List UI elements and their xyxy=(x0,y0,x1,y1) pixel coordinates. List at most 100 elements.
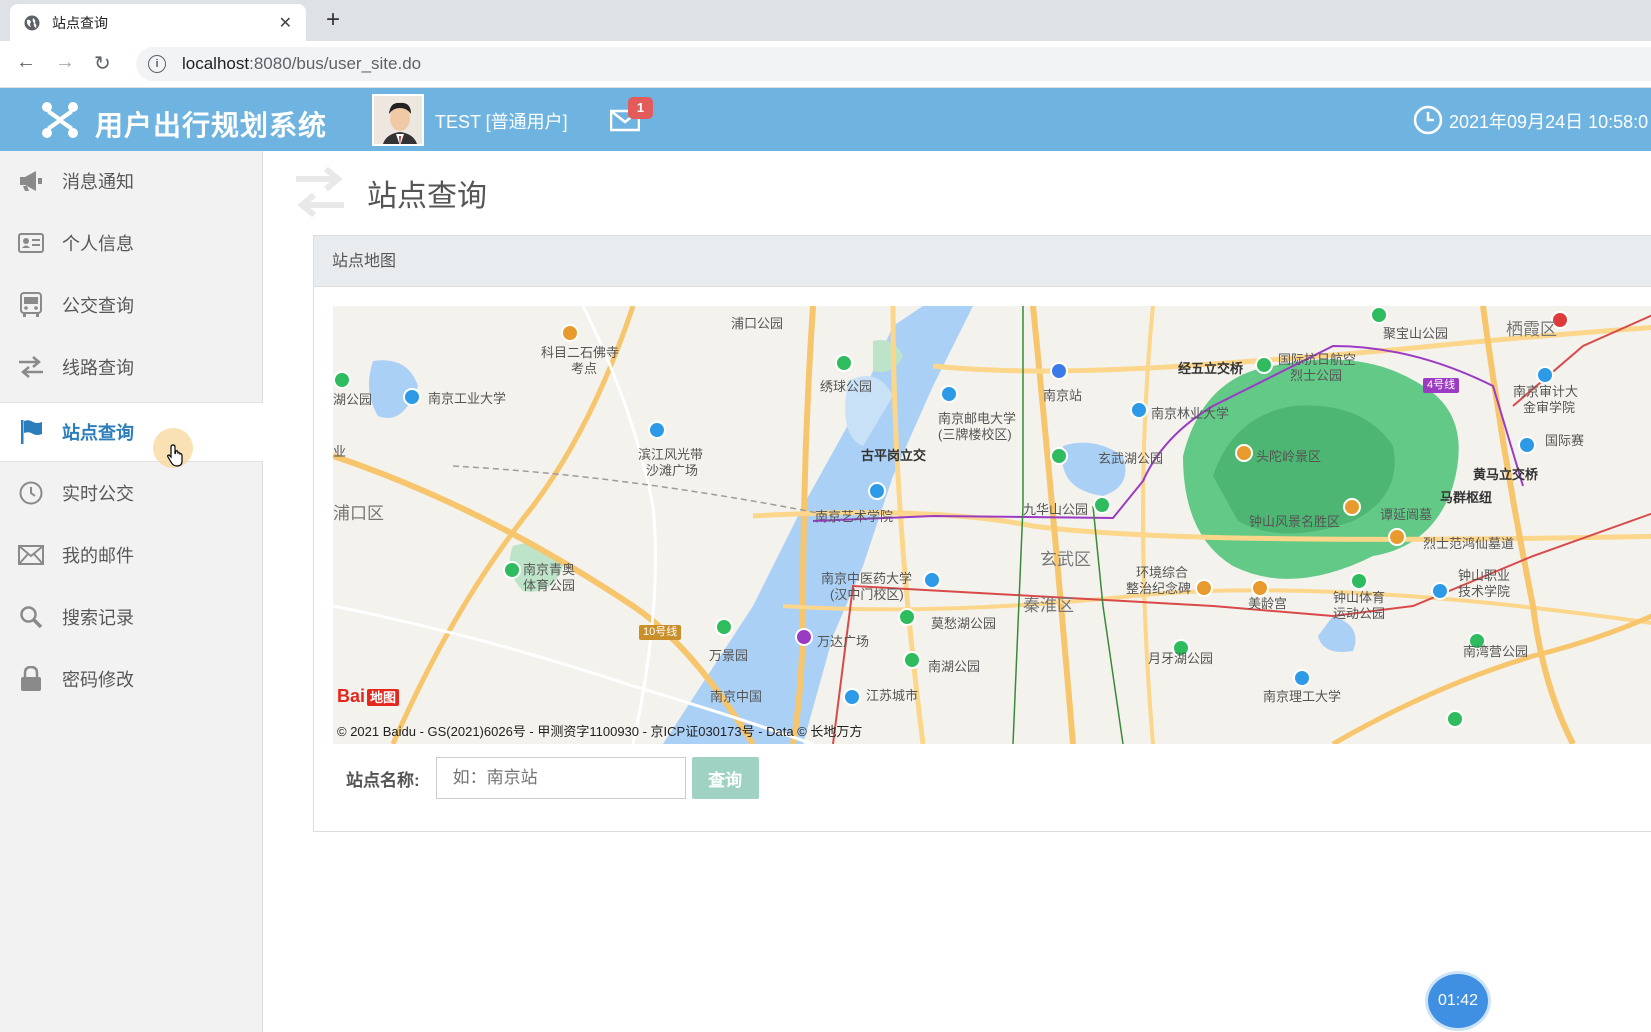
sidebar-item-my-mail[interactable]: 我的邮件 xyxy=(0,525,263,585)
map-label: 钟山风景名胜区 xyxy=(1249,514,1341,529)
map-label: 南湾营公园 xyxy=(1463,644,1529,659)
map-label: 九华山公园 xyxy=(1023,502,1089,517)
poi-marker[interactable] xyxy=(898,608,916,626)
poi-marker[interactable] xyxy=(1255,356,1273,374)
map-label: 钟山职业 xyxy=(1458,568,1511,583)
map-label: 运动公园 xyxy=(1333,606,1386,621)
poi-marker[interactable] xyxy=(1536,366,1554,384)
address-bar[interactable]: i localhost:8080/bus/user_site.do xyxy=(136,47,1651,81)
map-label: 南京工业大学 xyxy=(428,391,507,406)
sidebar-item-notifications[interactable]: 消息通知 xyxy=(0,151,263,211)
back-icon[interactable]: ← xyxy=(16,51,36,74)
user-name[interactable]: TEST [普通用户] xyxy=(435,108,568,134)
station-name-input[interactable] xyxy=(435,757,686,799)
poi-marker[interactable] xyxy=(1093,496,1111,514)
map-label: 绣球公园 xyxy=(820,379,873,394)
mail-count-badge: 1 xyxy=(628,97,653,119)
sidebar-item-station-search[interactable]: 站点查询 xyxy=(0,402,263,462)
map-label: 南湖公园 xyxy=(928,659,981,674)
poi-marker[interactable] xyxy=(333,371,351,389)
map-label: 月牙湖公园 xyxy=(1148,651,1214,666)
poi-marker[interactable] xyxy=(1293,669,1311,687)
map-label: (三牌楼校区) xyxy=(938,427,1012,442)
recording-timer[interactable]: 01:42 xyxy=(1428,974,1488,1028)
query-button[interactable]: 查询 xyxy=(691,757,759,799)
poi-marker[interactable] xyxy=(923,571,941,589)
exchange-icon xyxy=(18,354,44,380)
poi-marker[interactable] xyxy=(940,385,958,403)
map-canvas xyxy=(333,306,1651,744)
poi-marker[interactable] xyxy=(403,388,421,406)
poi-marker[interactable] xyxy=(715,618,733,636)
app-title: 用户出行规划系统 xyxy=(95,110,328,141)
map-label: 江苏城市 xyxy=(866,688,919,703)
poi-marker[interactable] xyxy=(843,688,861,706)
sidebar-item-change-password[interactable]: 密码修改 xyxy=(0,649,263,709)
poi-marker[interactable] xyxy=(1130,401,1148,419)
poi-marker[interactable] xyxy=(835,354,853,372)
forward-icon[interactable]: → xyxy=(55,51,75,74)
map-label: 体育公园 xyxy=(523,578,576,593)
poi-marker[interactable] xyxy=(868,482,886,500)
map-label: 国际抗日航空 xyxy=(1278,352,1357,367)
avatar[interactable] xyxy=(372,94,424,146)
map-label: 万景园 xyxy=(709,648,749,663)
poi-marker[interactable] xyxy=(1431,582,1449,600)
sidebar-item-label: 线路查询 xyxy=(62,358,134,378)
sidebar-item-realtime-bus[interactable]: 实时公交 xyxy=(0,463,263,523)
sidebar-item-label: 消息通知 xyxy=(62,172,134,192)
map-label: 浦口区 xyxy=(333,504,384,523)
map-label: 玄武湖公园 xyxy=(1098,451,1164,466)
poi-marker[interactable] xyxy=(1388,528,1406,546)
map-label: 环境综合 xyxy=(1136,565,1189,580)
poi-marker[interactable] xyxy=(1050,362,1068,380)
sidebar-item-profile[interactable]: 个人信息 xyxy=(0,213,263,273)
sidebar-item-label: 公交查询 xyxy=(62,296,134,316)
flag-icon xyxy=(18,419,44,445)
map-label: 沙滩广场 xyxy=(646,463,699,478)
map-label: 栖霞区 xyxy=(1506,320,1557,339)
panel-title: 站点地图 xyxy=(314,236,1651,287)
browser-tab[interactable]: 站点查询 ✕ xyxy=(10,4,306,41)
sidebar-item-bus-search[interactable]: 公交查询 xyxy=(0,275,263,335)
map-label: 黄马立交桥 xyxy=(1473,467,1539,482)
station-map-panel: 站点地图 浦口公园 科目二石佛寺 考点 南京工业大学 湖公园 业 滨江风光带 沙… xyxy=(313,235,1651,832)
poi-marker[interactable] xyxy=(1195,579,1213,597)
poi-marker[interactable] xyxy=(1446,710,1464,728)
poi-marker[interactable] xyxy=(795,628,813,646)
poi-marker[interactable] xyxy=(648,421,666,439)
poi-marker[interactable] xyxy=(503,561,521,579)
poi-marker[interactable] xyxy=(1343,498,1361,516)
baidu-map-logo: Bai 地图 xyxy=(337,686,400,707)
poi-marker[interactable] xyxy=(1251,579,1269,597)
map-label: 聚宝山公园 xyxy=(1383,326,1449,341)
poi-marker[interactable] xyxy=(1518,436,1536,454)
metro-line-label: 10号线 xyxy=(639,625,682,640)
metro-line-label: 4号线 xyxy=(1423,378,1460,393)
poi-marker[interactable] xyxy=(1235,444,1253,462)
poi-marker[interactable] xyxy=(903,651,921,669)
poi-marker[interactable] xyxy=(1350,572,1368,590)
reload-icon[interactable]: ↻ xyxy=(94,51,111,76)
map-label: 万达广场 xyxy=(817,634,870,649)
sidebar-item-route-search[interactable]: 线路查询 xyxy=(0,337,263,397)
sidebar-item-label: 我的邮件 xyxy=(62,546,134,566)
sidebar-item-label: 个人信息 xyxy=(62,234,134,254)
poi-marker[interactable] xyxy=(1370,306,1388,324)
info-icon[interactable]: i xyxy=(148,55,166,73)
map-label: 玄武区 xyxy=(1040,550,1091,569)
current-datetime: 2021年09月24日 10:58:0 xyxy=(1449,112,1649,132)
map-label: 湖公园 xyxy=(333,392,373,407)
map-label: 秦淮区 xyxy=(1023,596,1074,615)
lock-icon xyxy=(18,666,44,692)
poi-marker[interactable] xyxy=(561,324,579,342)
new-tab-icon[interactable]: + xyxy=(326,6,340,34)
map-label: 南京理工大学 xyxy=(1263,689,1342,704)
map-label: 金审学院 xyxy=(1523,400,1576,415)
map-label: 美龄宫 xyxy=(1248,596,1288,611)
sidebar-item-search-history[interactable]: 搜索记录 xyxy=(0,587,263,647)
close-tab-icon[interactable]: ✕ xyxy=(279,13,292,33)
baidu-map[interactable]: 浦口公园 科目二石佛寺 考点 南京工业大学 湖公园 业 滨江风光带 沙滩广场 绣… xyxy=(333,306,1651,744)
url-text: localhost:8080/bus/user_site.do xyxy=(182,54,422,73)
poi-marker[interactable] xyxy=(1050,447,1068,465)
